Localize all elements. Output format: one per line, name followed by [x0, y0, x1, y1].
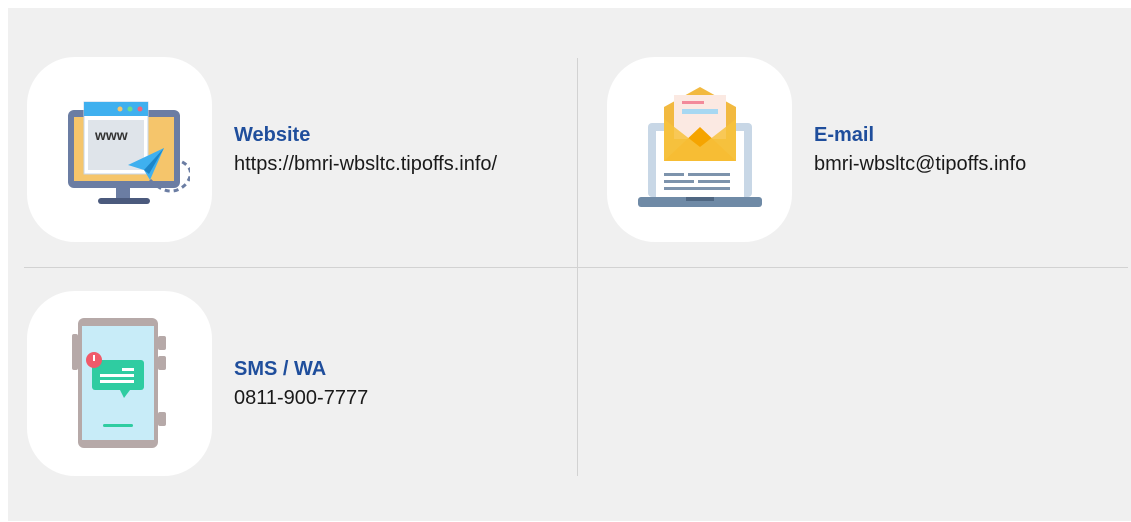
www-label: www [94, 127, 128, 143]
contact-card-sms: SMS / WA 0811-900-7777 [27, 291, 368, 476]
website-label: Website [234, 123, 311, 146]
phone-number-link[interactable]: 0811-900-7777 [234, 383, 368, 413]
horizontal-divider [24, 267, 1128, 268]
website-monitor-icon: www [67, 101, 190, 204]
email-label: E-mail [814, 123, 875, 146]
sms-label: SMS / WA [234, 357, 327, 380]
email-address-link[interactable]: bmri-wbsltc@tipoffs.info [814, 149, 1026, 179]
contact-card-email: E-mail bmri-wbsltc@tipoffs.info [607, 57, 1026, 242]
website-url-link[interactable]: https://bmri-wbsltc.tipoffs.info/ [234, 149, 497, 179]
contact-card-website: www Website https://bmri-wbsltc.tipoffs.… [27, 57, 497, 242]
sms-icon-box [27, 291, 212, 476]
email-icon-box [607, 57, 792, 242]
email-laptop-icon [637, 86, 762, 207]
sms-phone-icon [71, 318, 166, 448]
website-icon-box: www [27, 57, 212, 242]
